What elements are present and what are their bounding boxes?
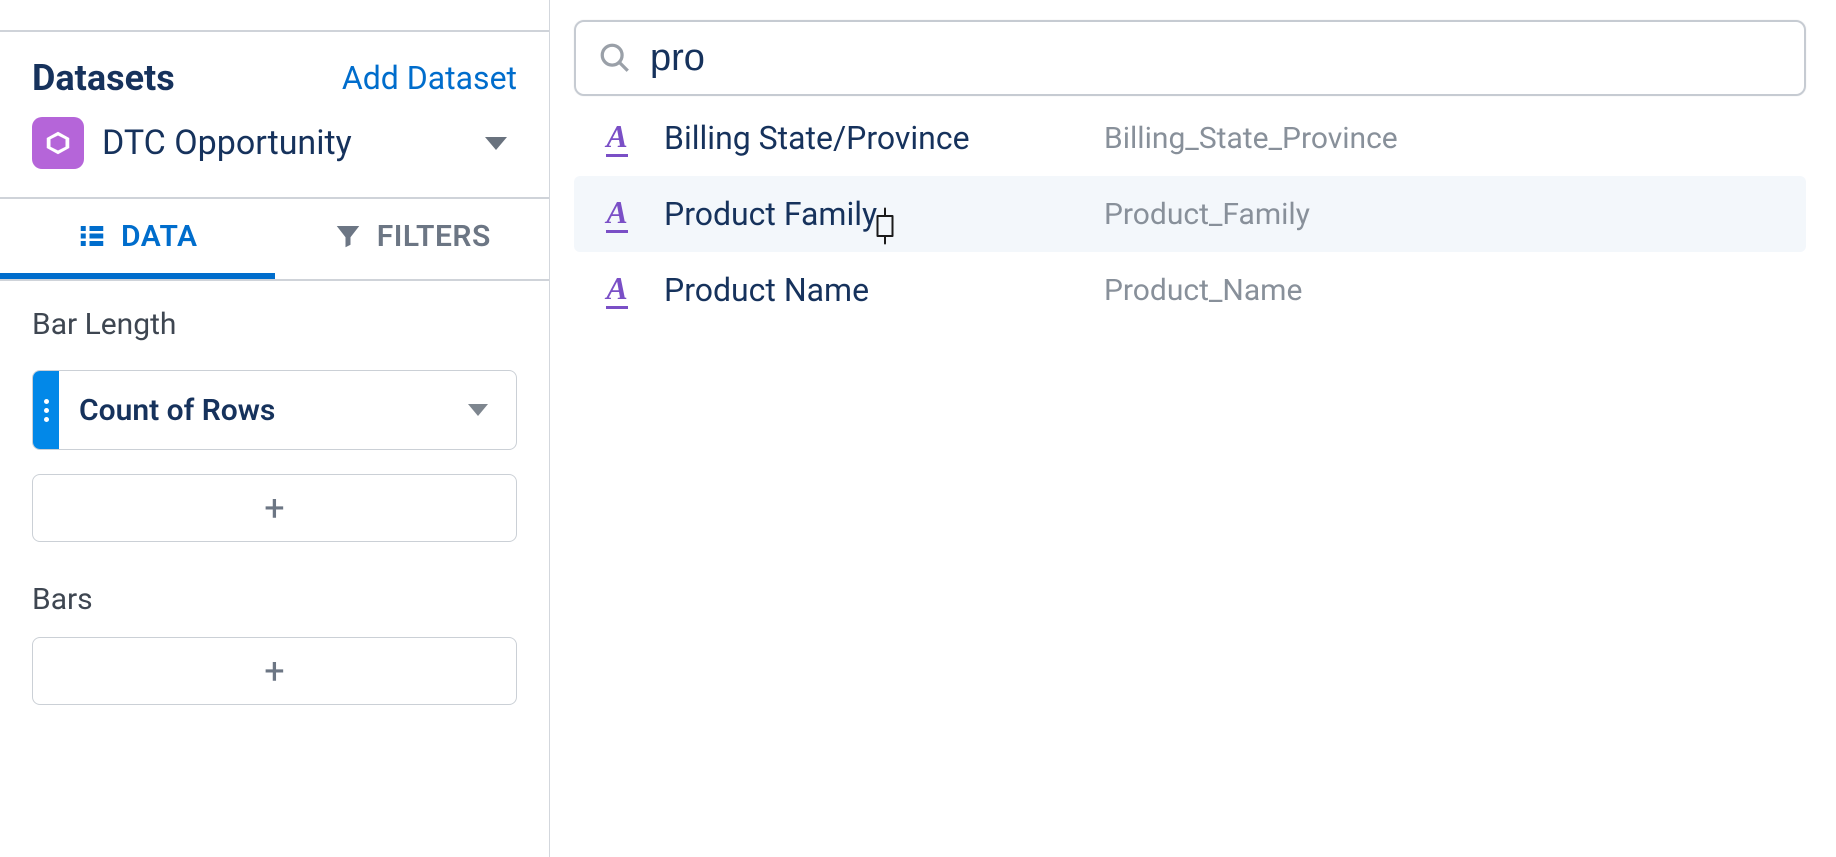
text-field-icon: A	[594, 272, 640, 309]
result-row[interactable]: A Product FamilyProduct_Family	[574, 176, 1806, 252]
tab-filters[interactable]: FILTERS	[275, 199, 550, 279]
result-api-name: Product_Family	[1104, 197, 1310, 232]
chevron-down-icon	[485, 137, 507, 150]
sidebar: Datasets Add Dataset DTC Opportunity DAT…	[0, 0, 550, 857]
bars-section: Bars	[0, 556, 549, 623]
result-api-name: Billing_State_Province	[1104, 121, 1398, 156]
dataset-selector[interactable]: DTC Opportunity	[0, 99, 549, 199]
plus-icon: +	[264, 650, 284, 692]
chevron-down-icon	[468, 404, 488, 416]
bar-length-value: Count of Rows	[59, 393, 468, 428]
plus-icon: +	[264, 487, 284, 529]
result-row[interactable]: A Product NameProduct_Name	[574, 252, 1806, 328]
dataset-name: DTC Opportunity	[102, 123, 485, 163]
field-picker-panel: A Billing State/ProvinceBilling_State_Pro…	[550, 0, 1836, 857]
search-icon	[598, 41, 632, 75]
text-field-icon: A	[594, 196, 640, 233]
result-label: Product Family	[664, 195, 1104, 233]
text-field-icon: A	[594, 120, 640, 157]
result-api-name: Product_Name	[1104, 273, 1302, 308]
bar-length-field[interactable]: Count of Rows	[32, 370, 517, 450]
search-box[interactable]	[574, 20, 1806, 96]
add-bar-length-button[interactable]: +	[32, 474, 517, 542]
search-input[interactable]	[650, 37, 1782, 80]
tab-data-label: DATA	[121, 219, 197, 254]
result-label: Product Name	[664, 271, 1104, 309]
datasets-header: Datasets Add Dataset	[0, 30, 549, 99]
bars-label: Bars	[32, 582, 517, 617]
dataset-icon	[32, 117, 84, 169]
add-dataset-link[interactable]: Add Dataset	[342, 59, 517, 97]
drag-handle-icon[interactable]	[33, 371, 59, 449]
tabs: DATA FILTERS	[0, 199, 549, 281]
datasets-title: Datasets	[32, 57, 175, 99]
add-bars-button[interactable]: +	[32, 637, 517, 705]
tab-filters-label: FILTERS	[377, 219, 491, 254]
search-results: A Billing State/ProvinceBilling_State_Pro…	[574, 100, 1806, 328]
result-row[interactable]: A Billing State/ProvinceBilling_State_Pro…	[574, 100, 1806, 176]
bar-length-label: Bar Length	[32, 307, 517, 342]
result-label: Billing State/Province	[664, 119, 1104, 157]
tab-data[interactable]: DATA	[0, 199, 275, 279]
bar-length-section: Bar Length	[0, 281, 549, 348]
